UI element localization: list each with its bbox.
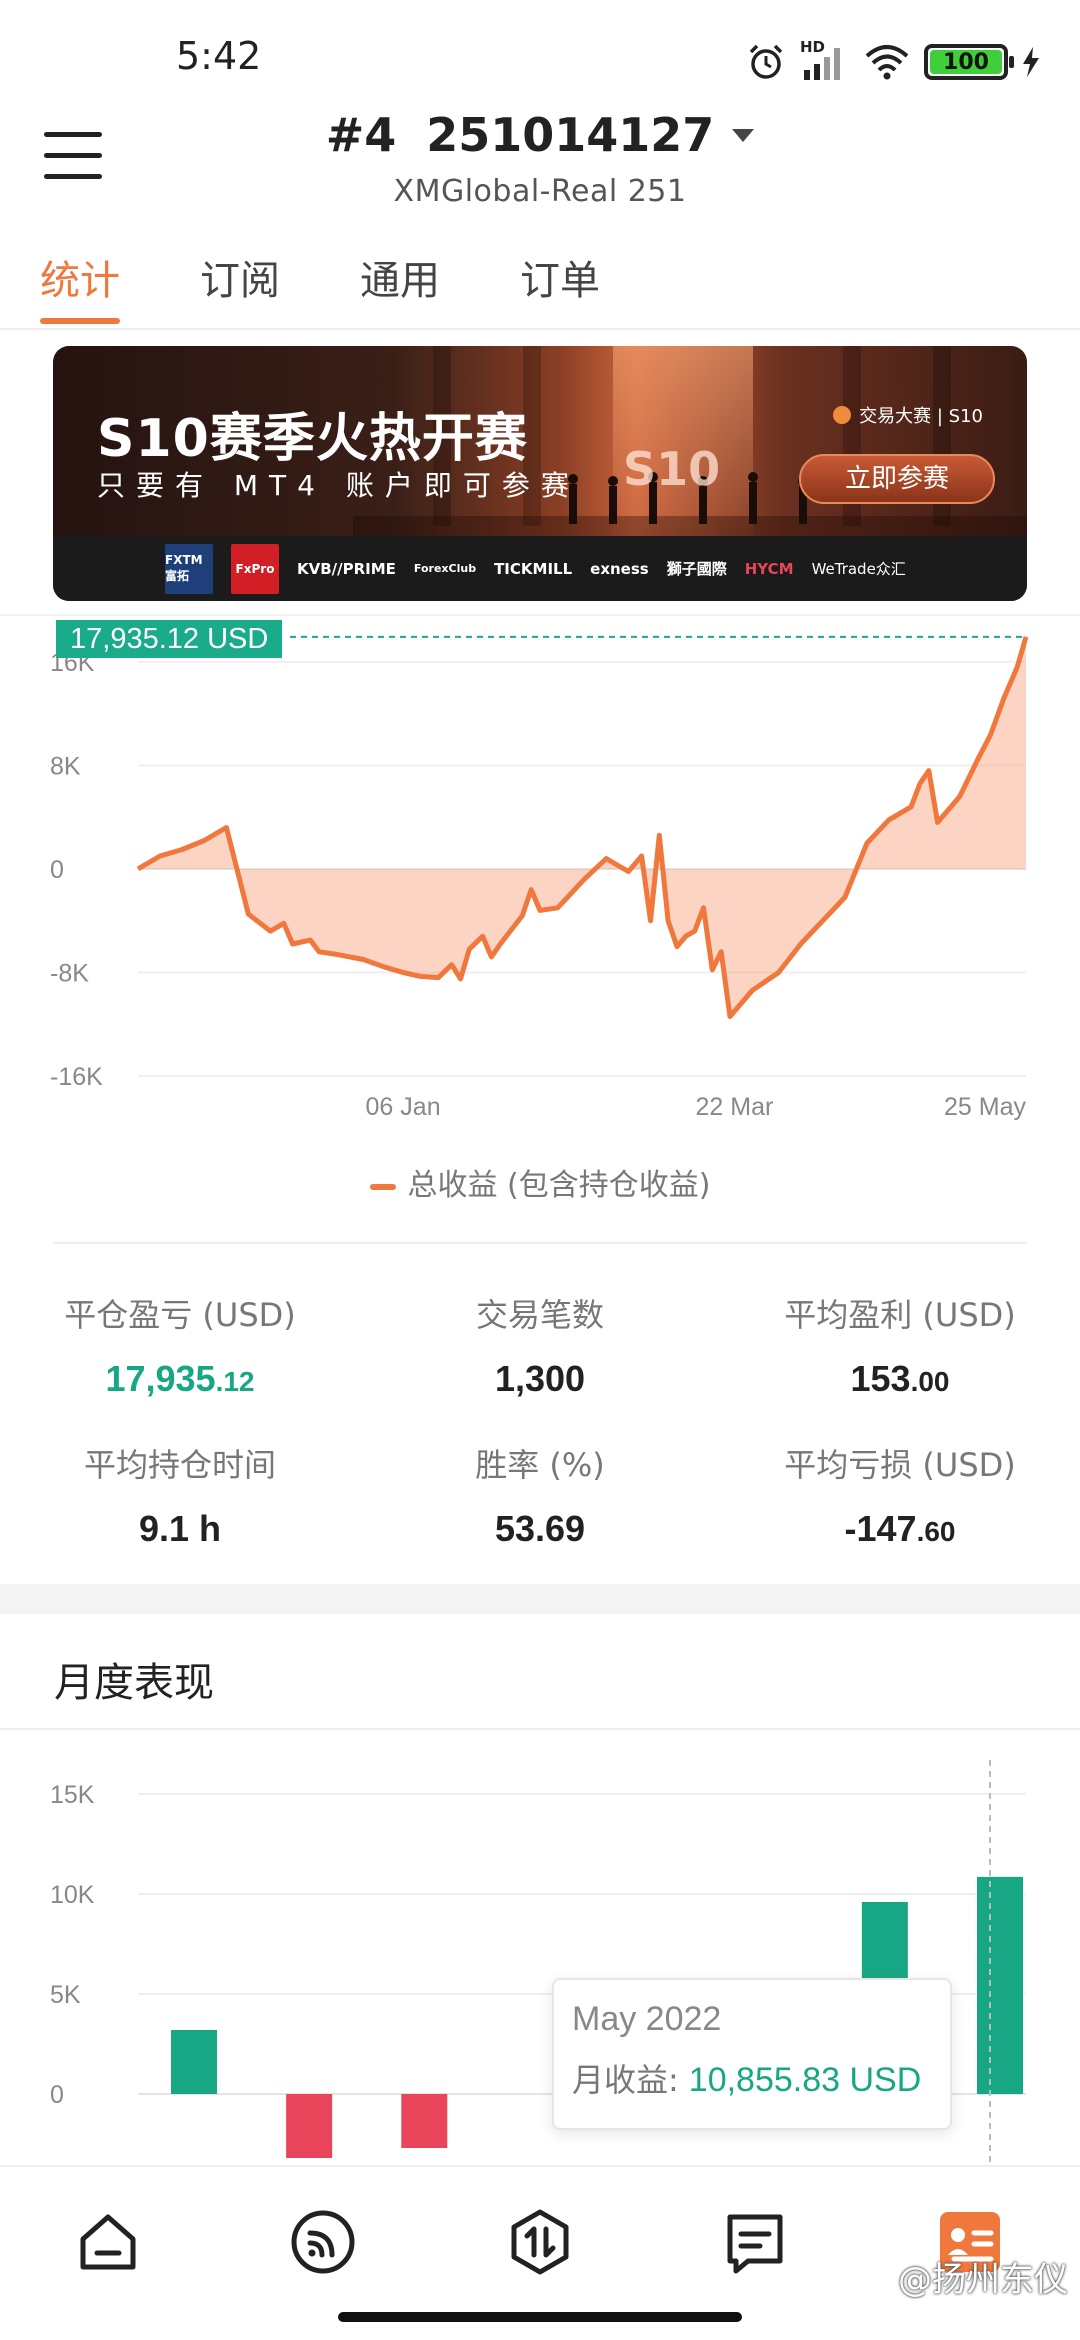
stat-label: 胜率 (%) — [475, 1446, 605, 1484]
y-tick-label: 8K — [50, 752, 81, 780]
tooltip-row: 月收益: 10,855.83 USD — [572, 2055, 932, 2101]
stat-label: 平均持仓时间 — [83, 1446, 276, 1484]
stat-label: 平仓盈亏 (USD) — [64, 1296, 296, 1334]
stat-value: 53.69 — [494, 1508, 586, 1549]
stat-avg-loss: 平均亏损 (USD) -147.60 — [735, 1440, 1065, 1550]
total-profit-chart[interactable]: -16K -8K 0 8K 16K 06 Jan 22 Mar 25 May — [0, 614, 1080, 1254]
area-fill — [138, 636, 1026, 1017]
account-id: 251014127 — [426, 108, 715, 162]
cellular-signal-icon: HD — [800, 38, 850, 82]
y-tick-label: -16K — [50, 1063, 103, 1091]
partner-logo: exness — [590, 559, 649, 578]
watermark: @扬州东仪 — [898, 2260, 1068, 2300]
home-icon[interactable] — [73, 2207, 143, 2277]
battery-level: 100 — [930, 50, 1002, 75]
feed-icon[interactable] — [288, 2207, 358, 2277]
divider — [53, 1242, 1027, 1244]
chart-tooltip: May 2022 月收益: 10,855.83 USD — [552, 1978, 952, 2130]
partner-logo: ForexClub — [413, 562, 477, 575]
stat-label: 平均亏损 (USD) — [784, 1446, 1016, 1484]
tab-stats[interactable]: 统计 — [40, 248, 120, 306]
partner-logo: HYCM — [744, 559, 794, 578]
x-tick-label: 25 May — [944, 1093, 1026, 1121]
legend-label: 总收益 (包含持仓收益) — [407, 1168, 711, 1203]
y-tick-label: 5K — [50, 1981, 81, 2009]
divider — [0, 1728, 1080, 1730]
partner-logo: FxPro — [231, 543, 279, 594]
partner-logo: 獅子國際 — [666, 560, 727, 578]
stat-win-rate: 胜率 (%) 53.69 — [375, 1440, 705, 1550]
stat-value: 1,300 — [494, 1358, 586, 1399]
tab-bar: 统计 订阅 通用 订单 — [0, 240, 1080, 330]
tooltip-value: 10,855.83 USD — [688, 2061, 922, 2099]
orders-icon[interactable] — [720, 2207, 790, 2277]
stat-label: 交易笔数 — [475, 1296, 604, 1334]
promo-banner[interactable]: S10赛季火热开赛 只要有 MT4 账户即可参赛 S10 交易大赛 | S10 … — [53, 346, 1027, 601]
y-tick-label: 15K — [50, 1781, 95, 1809]
banner-headline: S10赛季火热开赛 — [97, 409, 528, 469]
banner-subline: 只要有 MT4 账户即可参赛 — [97, 469, 580, 502]
status-icons: HD 100 — [746, 38, 1040, 84]
wifi-icon — [865, 45, 909, 80]
banner-center-mark: S10 — [623, 442, 721, 496]
join-contest-button[interactable]: 立即参赛 — [799, 454, 995, 504]
current-value-tag: 17,935.12 USD — [56, 620, 283, 658]
y-tick-label: -8K — [50, 959, 89, 987]
account-number: #4 — [325, 108, 397, 162]
charging-icon — [1023, 47, 1039, 77]
monthly-performance-title: 月度表现 — [54, 1660, 214, 1706]
status-bar: 5:42 HD 100 — [0, 0, 1080, 100]
tab-orders[interactable]: 订单 — [520, 248, 600, 306]
tooltip-label: 月收益: — [572, 2061, 679, 2099]
stat-value: 9.1 h — [138, 1508, 222, 1549]
tab-subscribe[interactable]: 订阅 — [200, 248, 280, 306]
banner-brand-text: 交易大赛 | S10 — [859, 406, 983, 427]
banner-brand: 交易大赛 | S10 — [833, 402, 983, 428]
partner-logo: TICKMILL — [494, 559, 573, 578]
account-selector[interactable]: #4 251014127 XMGlobal-Real 251 — [0, 108, 1080, 209]
contest-logo-icon — [833, 406, 852, 424]
y-tick-label: 0 — [50, 856, 64, 884]
tooltip-date: May 2022 — [572, 2000, 722, 2038]
partner-logo: FXTM 富拓 — [165, 543, 213, 594]
partner-logo: WeTrade众汇 — [811, 560, 906, 578]
partner-logos: FXTM 富拓 FxPro KVB//PRIME ForexClub TICKM… — [53, 536, 1027, 601]
x-tick-label: 06 Jan — [366, 1093, 441, 1121]
trade-icon[interactable] — [505, 2207, 575, 2277]
legend-swatch — [369, 1183, 396, 1190]
stat-value: 153.00 — [850, 1358, 950, 1399]
y-tick-label: 10K — [50, 1881, 95, 1909]
stat-avg-profit: 平均盈利 (USD) 153.00 — [735, 1290, 1065, 1400]
dropdown-caret-icon[interactable] — [732, 128, 755, 142]
monthly-bar — [286, 2094, 333, 2158]
account-server: XMGlobal-Real 251 — [393, 174, 687, 209]
home-indicator[interactable] — [338, 2312, 742, 2322]
monthly-bar — [401, 2094, 448, 2148]
monthly-bar — [977, 1876, 1023, 2094]
stat-closed-pnl: 平仓盈亏 (USD) 17,935.12 — [15, 1290, 345, 1400]
x-tick-label: 22 Mar — [696, 1093, 774, 1121]
tab-general[interactable]: 通用 — [360, 248, 440, 306]
stat-trade-count: 交易笔数 1,300 — [375, 1290, 705, 1400]
stat-avg-holding-time: 平均持仓时间 9.1 h — [15, 1440, 345, 1550]
status-time: 5:42 — [176, 34, 262, 78]
section-separator — [0, 1584, 1080, 1614]
stat-label: 平均盈利 (USD) — [784, 1296, 1016, 1334]
alarm-icon — [749, 44, 783, 79]
total-profit-chart-svg: -16K-8K08K16K06 Jan 22 Mar 25 May — [50, 635, 1029, 1121]
stat-value: -147.60 — [844, 1508, 956, 1549]
partner-logo: KVB//PRIME — [297, 559, 396, 578]
battery-icon: 100 — [924, 44, 1014, 80]
active-tab-indicator — [40, 318, 120, 324]
account-title[interactable]: #4 251014127 — [326, 108, 755, 162]
y-tick-label: 0 — [50, 2081, 64, 2109]
monthly-bar — [171, 2030, 217, 2094]
stat-value: 17,935.12 — [105, 1358, 255, 1399]
chart-legend[interactable]: 总收益 (包含持仓收益) — [0, 1160, 1080, 1204]
